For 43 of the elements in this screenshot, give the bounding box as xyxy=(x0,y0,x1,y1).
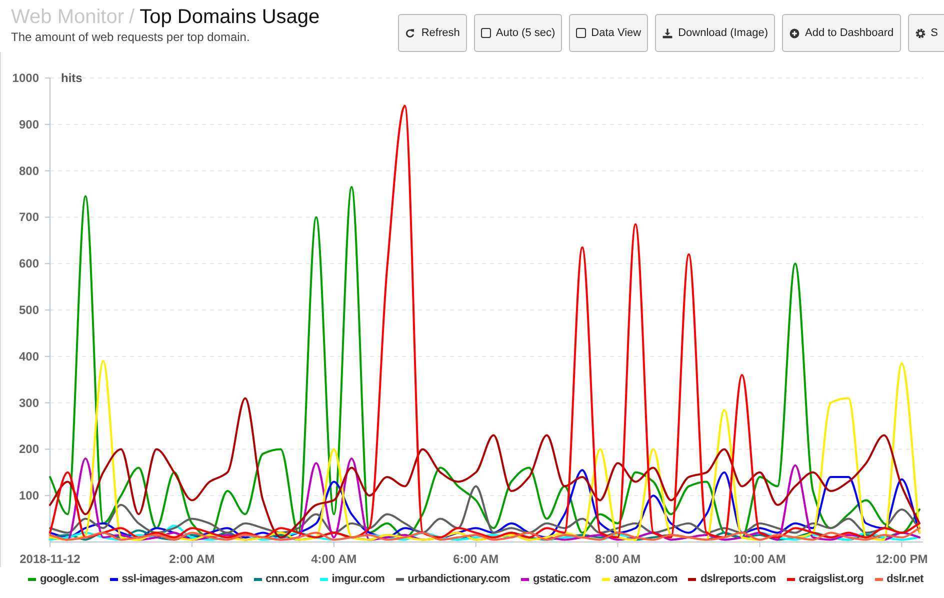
breadcrumb-separator: / xyxy=(129,5,135,30)
tick-label: 10:00 AM xyxy=(734,552,786,566)
axis-title: hits xyxy=(61,71,82,85)
legend-item[interactable]: ssl-images-amazon.com xyxy=(110,570,243,588)
page-subtitle: The amount of web requests per top domain. xyxy=(11,30,251,44)
toolbar-button[interactable]: Add to Dashboard xyxy=(782,14,901,52)
legend-item[interactable]: google.com xyxy=(28,570,99,588)
tick-label: 400 xyxy=(18,349,39,364)
legend-item[interactable]: dslreports.com xyxy=(688,570,776,588)
toggle-button[interactable]: Data View xyxy=(569,14,648,52)
tick-label: 8:00 AM xyxy=(595,552,641,566)
tick-label: 1000 xyxy=(12,71,39,85)
legend-item[interactable]: imgur.com xyxy=(320,570,385,588)
refresh-icon xyxy=(405,28,416,38)
tick-label: 300 xyxy=(18,396,39,410)
legend-item[interactable]: dslr.net xyxy=(874,570,924,588)
tick-label: 900 xyxy=(18,117,39,132)
tick-label: 4:00 AM xyxy=(311,552,357,566)
tick-label: 12:00 PM xyxy=(876,552,928,566)
tick-label: 100 xyxy=(18,488,39,503)
legend-item[interactable]: craigslist.org xyxy=(786,570,864,588)
plus-circle-icon xyxy=(788,28,800,38)
tick-label: 6:00 AM xyxy=(453,552,499,566)
tick-label: 200 xyxy=(18,442,39,456)
toolbar-button[interactable]: S xyxy=(908,14,944,52)
checkbox[interactable] xyxy=(480,28,491,38)
settings-icon xyxy=(914,28,926,38)
tick-label: 800 xyxy=(18,164,39,178)
tick-label: 600 xyxy=(18,256,39,271)
toolbar-button[interactable]: Refresh xyxy=(398,14,467,52)
tick-label: 700 xyxy=(18,210,39,224)
legend-item[interactable]: gstatic.com xyxy=(520,570,591,588)
tick-label: 2:00 AM xyxy=(169,552,215,566)
checkbox[interactable] xyxy=(576,28,586,38)
toggle-button[interactable]: Auto (5 sec) xyxy=(474,14,562,52)
toolbar-button[interactable]: Download (Image) xyxy=(655,14,775,52)
tick-label: 2018-11-12 xyxy=(20,552,80,566)
legend-item[interactable]: cnn.com xyxy=(254,570,309,588)
download-icon xyxy=(662,28,674,38)
legend-item[interactable]: amazon.com xyxy=(602,570,678,588)
tick-label: 500 xyxy=(18,303,39,317)
legend-item[interactable]: urbandictionary.com xyxy=(396,570,510,588)
page-title: Top Domains Usage xyxy=(140,5,320,30)
